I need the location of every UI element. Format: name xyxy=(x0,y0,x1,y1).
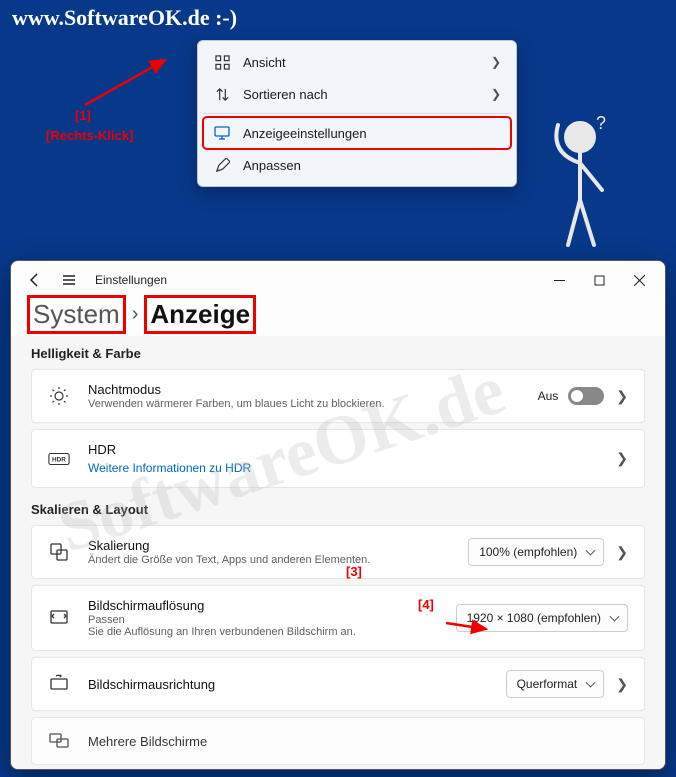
menu-item-personalize[interactable]: Anpassen xyxy=(203,149,511,181)
chevron-right-icon: ❯ xyxy=(616,544,628,561)
breadcrumb-current: Anzeige xyxy=(148,299,252,330)
chevron-right-icon: ❯ xyxy=(616,388,628,405)
menu-item-view[interactable]: Ansicht ❯ xyxy=(203,46,511,78)
annotation-1: [1] xyxy=(75,108,91,123)
annotation-4: [4] xyxy=(418,597,434,612)
chevron-right-icon: ❯ xyxy=(491,55,501,69)
menu-item-display-settings[interactable]: Anzeigeeinstellungen xyxy=(203,117,511,149)
arrow-annotation-1 xyxy=(75,55,195,115)
chevron-right-icon: › xyxy=(132,303,139,326)
titlebar: Einstellungen xyxy=(11,261,665,299)
stickman-illustration: ? xyxy=(540,115,620,255)
breadcrumb-root[interactable]: System xyxy=(31,299,122,330)
row-title: HDR xyxy=(88,442,604,457)
menu-separator xyxy=(203,113,511,114)
row-title: Bildschirmausrichtung xyxy=(88,677,506,692)
window-title: Einstellungen xyxy=(95,273,167,287)
hdr-icon: HDR xyxy=(48,448,70,470)
svg-text:?: ? xyxy=(596,115,606,133)
toggle-state-label: Aus xyxy=(538,389,559,403)
row-subtitle: Ändert die Größe von Text, Apps und ande… xyxy=(88,554,468,566)
row-multi-displays[interactable]: Mehrere Bildschirme xyxy=(31,717,645,765)
website-label: www.SoftwareOK.de :-) xyxy=(12,5,237,31)
arrow-annotation-4 xyxy=(444,615,504,635)
nav-menu-button[interactable] xyxy=(57,268,81,292)
row-orientation[interactable]: Bildschirmausrichtung Querformat ❯ xyxy=(31,657,645,711)
scaling-dropdown[interactable]: 100% (empfohlen) xyxy=(468,538,604,566)
row-scaling[interactable]: Skalierung Ändert die Größe von Text, Ap… xyxy=(31,525,645,579)
row-title: Mehrere Bildschirme xyxy=(88,734,628,749)
minimize-button[interactable] xyxy=(539,265,579,295)
menu-item-label: Sortieren nach xyxy=(243,87,491,102)
night-light-toggle[interactable] xyxy=(568,387,604,405)
chevron-right-icon: ❯ xyxy=(616,676,628,693)
orientation-dropdown[interactable]: Querformat xyxy=(506,670,605,698)
hdr-info-link[interactable]: Weitere Informationen zu HDR xyxy=(88,461,251,475)
menu-item-label: Anpassen xyxy=(243,158,501,173)
section-scale-layout: Skalieren & Layout xyxy=(31,502,645,517)
back-button[interactable] xyxy=(23,268,47,292)
resolution-icon xyxy=(48,607,70,629)
row-hdr[interactable]: HDR HDR Weitere Informationen zu HDR ❯ xyxy=(31,429,645,488)
menu-item-sort[interactable]: Sortieren nach ❯ xyxy=(203,78,511,110)
maximize-button[interactable] xyxy=(579,265,619,295)
night-light-icon xyxy=(48,385,70,407)
svg-text:HDR: HDR xyxy=(52,456,66,463)
row-title: Nachtmodus xyxy=(88,382,538,397)
scaling-icon xyxy=(48,541,70,563)
row-subtitle: Verwenden wärmerer Farben, um blaues Lic… xyxy=(88,398,538,410)
menu-item-label: Ansicht xyxy=(243,55,491,70)
orientation-icon xyxy=(48,673,70,695)
desktop-context-menu: Ansicht ❯ Sortieren nach ❯ Anzeigeeinste… xyxy=(197,40,517,187)
personalize-icon xyxy=(213,156,231,174)
row-subtitle: PassenSie die Auflösung an Ihren verbund… xyxy=(88,614,456,638)
settings-window: Einstellungen System › Anzeige [3] Helli… xyxy=(10,260,666,770)
section-brightness-color: Helligkeit & Farbe xyxy=(31,346,645,361)
menu-item-label: Anzeigeeinstellungen xyxy=(243,126,501,141)
chevron-right-icon: ❯ xyxy=(616,450,628,467)
view-icon xyxy=(213,53,231,71)
annotation-3: [3] xyxy=(346,564,362,579)
row-resolution[interactable]: Bildschirmauflösung PassenSie die Auflös… xyxy=(31,585,645,651)
chevron-right-icon: ❯ xyxy=(491,87,501,101)
row-title: Skalierung xyxy=(88,538,468,553)
close-button[interactable] xyxy=(619,265,659,295)
sort-icon xyxy=(213,85,231,103)
annotation-1b: [Rechts-Klick] xyxy=(46,128,133,143)
display-icon xyxy=(213,124,231,142)
breadcrumb: System › Anzeige xyxy=(11,299,665,336)
multi-display-icon xyxy=(48,730,70,752)
settings-content: Helligkeit & Farbe Nachtmodus Verwenden … xyxy=(11,336,665,769)
row-title: Bildschirmauflösung xyxy=(88,598,456,613)
row-night-light[interactable]: Nachtmodus Verwenden wärmerer Farben, um… xyxy=(31,369,645,423)
